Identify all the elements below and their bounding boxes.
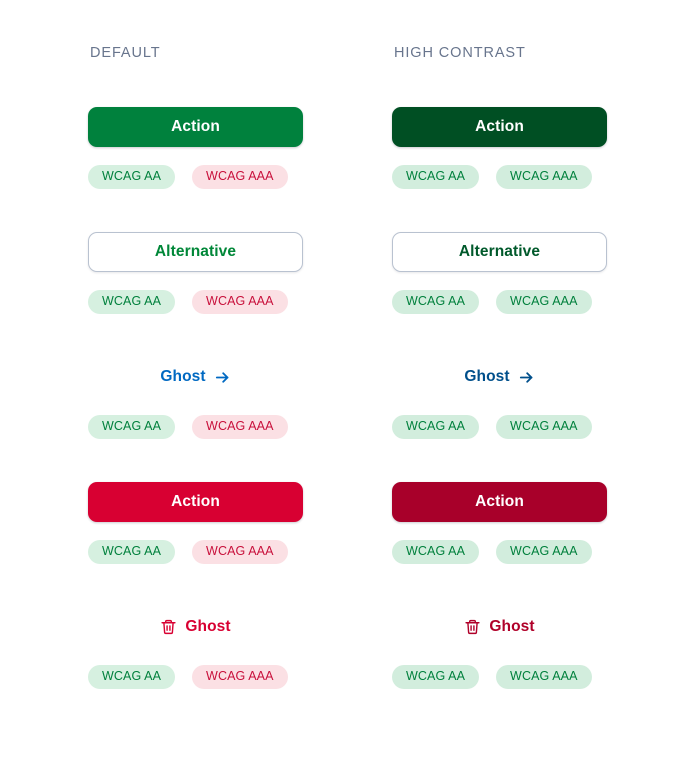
action-button[interactable]: Action [392,106,607,147]
action-button[interactable]: Action [88,481,303,522]
button-slot: Action [88,105,303,149]
wcag-badge-group: WCAG AA WCAG AAA [392,414,607,439]
button-slot: Action [392,105,607,149]
trash-icon [464,618,481,636]
button-slot: Alternative [392,230,607,274]
wcag-badge-group: WCAG AA WCAG AAA [88,289,303,314]
wcag-badge-pass: WCAG AA [88,414,176,439]
wcag-badge-group: WCAG AA WCAG AAA [88,164,303,189]
button-variant: Ghost WCAG AA WCAG AAA [88,355,303,439]
button-label: Ghost [464,367,510,385]
button-variant: Alternative WCAG AA WCAG AAA [392,230,607,314]
trash-icon [160,618,177,636]
button-slot: Alternative [88,230,303,274]
wcag-badge-fail: WCAG AAA [192,539,288,564]
button-label: Alternative [458,242,541,260]
button-variant: Action WCAG AA WCAG AAA [392,105,607,189]
ghost-button[interactable]: Ghost [460,363,538,391]
wcag-badge-pass: WCAG AAA [496,414,592,439]
wcag-badge-group: WCAG AA WCAG AAA [392,664,607,689]
wcag-badge-fail: WCAG AAA [192,414,288,439]
button-variant: Ghost WCAG AA WCAG AAA [392,605,607,689]
wcag-badge-pass: WCAG AAA [496,539,592,564]
wcag-badge-pass: WCAG AAA [496,289,592,314]
button-variant: Action WCAG AA WCAG AAA [392,480,607,564]
wcag-badge-pass: WCAG AA [392,164,480,189]
button-accessibility-matrix: DEFAULT Action WCAG AA WCAG AAA Alternative W… [0,0,695,778]
arrow-right-icon [518,369,535,386]
button-label: Ghost [185,617,231,635]
wcag-badge-pass: WCAG AA [88,539,176,564]
button-label: Action [475,492,524,510]
wcag-badge-fail: WCAG AAA [192,289,288,314]
ghost-button[interactable]: Ghost [156,363,234,391]
button-slot: Ghost [88,355,303,399]
arrow-right-icon [214,369,231,386]
ghost-delete-button[interactable]: Ghost [156,613,234,641]
button-slot: Action [392,480,607,524]
wcag-badge-fail: WCAG AAA [192,164,288,189]
button-label: Action [171,117,220,135]
columns-container: DEFAULT Action WCAG AA WCAG AAA Alternative W… [88,46,607,730]
wcag-badge-group: WCAG AA WCAG AAA [392,289,607,314]
ghost-delete-button[interactable]: Ghost [460,613,538,641]
alternative-button[interactable]: Alternative [392,231,607,272]
button-variant: Ghost WCAG AA WCAG AAA [392,355,607,439]
button-label: Alternative [154,242,237,260]
column-header: DEFAULT [90,45,161,61]
action-button[interactable]: Action [392,481,607,522]
wcag-badge-pass: WCAG AA [88,164,176,189]
button-label: Ghost [489,617,535,635]
wcag-badge-pass: WCAG AA [88,289,176,314]
button-slot: Ghost [88,605,303,649]
button-slot: Ghost [392,355,607,399]
wcag-badge-group: WCAG AA WCAG AAA [88,414,303,439]
wcag-badge-fail: WCAG AAA [192,664,288,689]
wcag-badge-group: WCAG AA WCAG AAA [88,539,303,564]
alternative-button[interactable]: Alternative [88,231,303,272]
button-variant: Alternative WCAG AA WCAG AAA [88,230,303,314]
wcag-badge-group: WCAG AA WCAG AAA [392,539,607,564]
wcag-badge-pass: WCAG AA [392,414,480,439]
button-label: Action [475,117,524,135]
wcag-badge-pass: WCAG AA [392,289,480,314]
column-default: DEFAULT Action WCAG AA WCAG AAA Alternative W… [88,46,303,730]
button-label: Ghost [160,367,206,385]
column-high-contrast: HIGH CONTRAST Action WCAG AA WCAG AAA Altern… [392,46,607,730]
button-label: Action [171,492,220,510]
wcag-badge-group: WCAG AA WCAG AAA [88,664,303,689]
column-header: HIGH CONTRAST [394,45,526,61]
button-variant: Action WCAG AA WCAG AAA [88,480,303,564]
wcag-badge-pass: WCAG AA [88,664,176,689]
button-variant: Ghost WCAG AA WCAG AAA [88,605,303,689]
button-variant: Action WCAG AA WCAG AAA [88,105,303,189]
wcag-badge-pass: WCAG AA [392,539,480,564]
action-button[interactable]: Action [88,106,303,147]
button-slot: Ghost [392,605,607,649]
wcag-badge-pass: WCAG AAA [496,164,592,189]
button-slot: Action [88,480,303,524]
wcag-badge-pass: WCAG AAA [496,664,592,689]
wcag-badge-group: WCAG AA WCAG AAA [392,164,607,189]
wcag-badge-pass: WCAG AA [392,664,480,689]
